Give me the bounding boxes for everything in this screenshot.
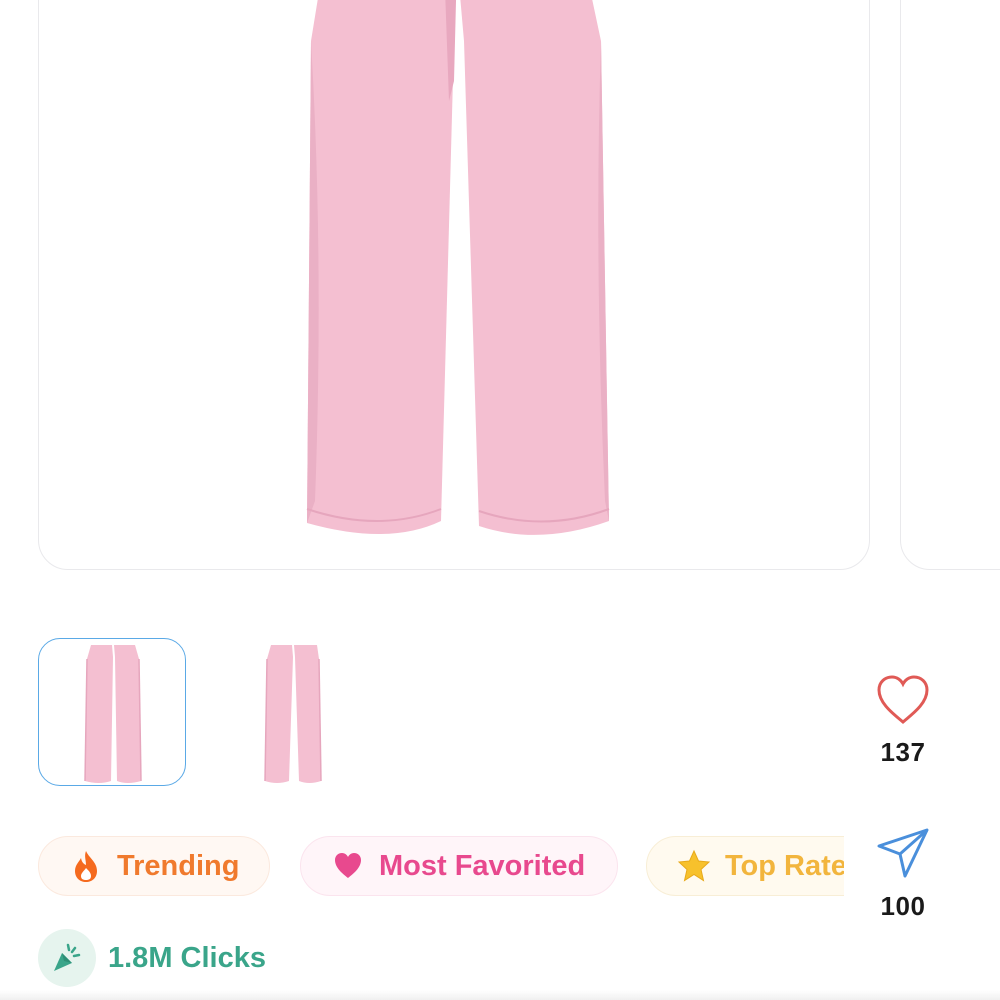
pants-thumbnail-image bbox=[84, 645, 142, 783]
product-tags: Trending Most Favorited Top Rate bbox=[38, 836, 844, 900]
heart-icon bbox=[335, 853, 361, 878]
click-icon bbox=[54, 943, 81, 971]
tag-top-rate[interactable]: Top Rate bbox=[646, 836, 844, 896]
product-detail-page: 137 100 Trending Most Favorited Top Rate… bbox=[0, 0, 1000, 1000]
star-icon bbox=[677, 849, 711, 882]
pants-thumbnail-image bbox=[264, 645, 322, 783]
tag-trending-label: Trending bbox=[117, 849, 240, 882]
tag-top-rate-label: Top Rate bbox=[725, 849, 844, 882]
share-button[interactable]: 100 bbox=[848, 826, 958, 922]
tag-trending[interactable]: Trending bbox=[38, 836, 270, 896]
main-product-image-card[interactable] bbox=[38, 0, 870, 570]
next-image-card[interactable] bbox=[900, 0, 1000, 570]
thumbnail-back[interactable] bbox=[218, 638, 366, 786]
thumbnail-front[interactable] bbox=[38, 638, 186, 786]
send-icon bbox=[877, 828, 929, 878]
tag-most-favorited-label: Most Favorited bbox=[379, 849, 586, 882]
click-icon-badge bbox=[38, 929, 96, 987]
pink-pants-image bbox=[306, 0, 610, 535]
tag-most-favorited[interactable]: Most Favorited bbox=[300, 836, 618, 896]
bottom-edge bbox=[0, 990, 1000, 1000]
heart-icon bbox=[877, 675, 929, 724]
like-count: 137 bbox=[880, 737, 926, 767]
fire-icon bbox=[75, 851, 97, 882]
share-count: 100 bbox=[880, 891, 926, 921]
like-button[interactable]: 137 bbox=[848, 674, 958, 768]
clicks-label: 1.8M Clicks bbox=[108, 941, 266, 974]
clicks-stat: 1.8M Clicks bbox=[38, 928, 266, 988]
